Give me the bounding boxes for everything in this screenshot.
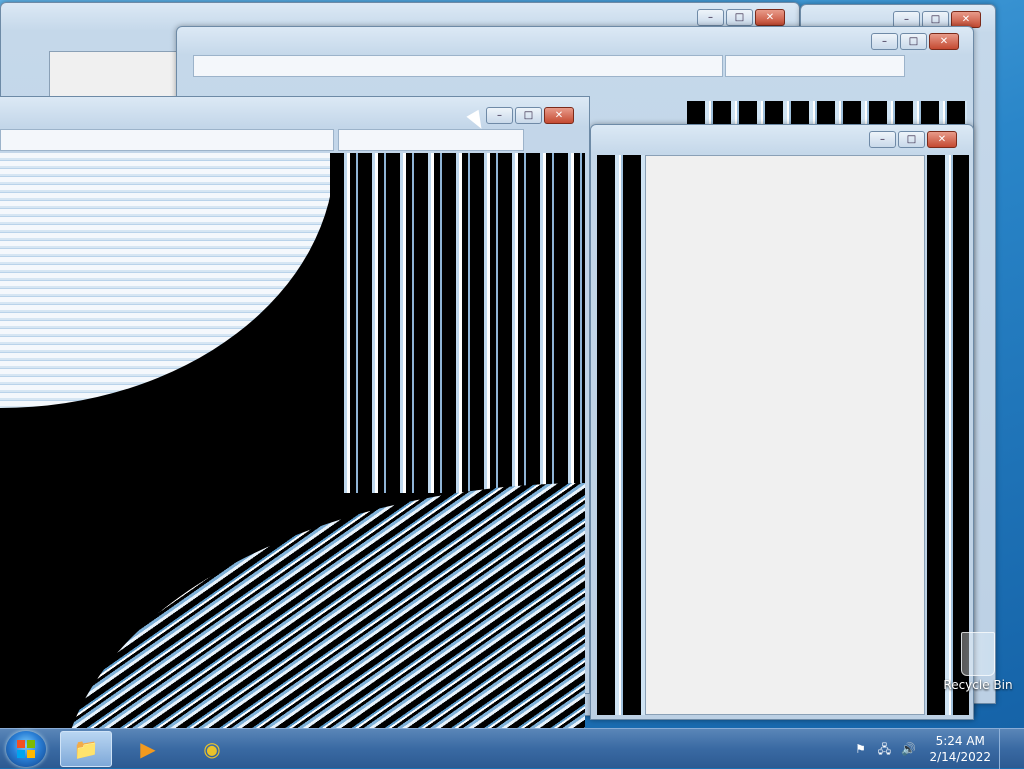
maximize-button[interactable]: □ (515, 107, 542, 124)
foreground-window[interactable]: – □ ✕ (590, 124, 974, 720)
close-button[interactable]: ✕ (929, 33, 959, 50)
address-bar[interactable] (0, 129, 334, 151)
folder-icon: 📁 (73, 737, 99, 761)
smeared-window-fragment (0, 153, 335, 408)
maximize-button[interactable]: □ (900, 33, 927, 50)
clock[interactable]: 5:24 AM 2/14/2022 (929, 733, 991, 765)
minimize-button[interactable]: – (697, 9, 724, 26)
chrome-icon: ◉ (203, 737, 221, 761)
media-player-icon: ▶ (140, 737, 156, 761)
close-button[interactable]: ✕ (544, 107, 574, 124)
window-controls: – □ ✕ (867, 131, 957, 149)
clock-time: 5:24 AM (935, 734, 985, 748)
desktop-icon-recycle-bin[interactable]: Recycle Bin (940, 632, 1016, 692)
minimize-button[interactable]: – (869, 131, 896, 148)
glitched-window[interactable]: – □ ✕ (0, 96, 590, 728)
window-controls: – □ ✕ (869, 33, 959, 51)
glitch-stripes (927, 155, 969, 715)
address-bar[interactable] (193, 55, 723, 77)
window-controls: – □ ✕ (484, 107, 574, 125)
close-button[interactable]: ✕ (927, 131, 957, 148)
vertical-glitch-bars (330, 153, 585, 493)
glitch-artifact-area (0, 153, 585, 728)
maximize-button[interactable]: □ (898, 131, 925, 148)
glitch-stripes (597, 155, 645, 715)
window-client-area (645, 155, 925, 715)
search-box[interactable] (725, 55, 905, 77)
close-button[interactable]: ✕ (755, 9, 785, 26)
taskbar-explorer-button[interactable]: 📁 (60, 731, 112, 767)
taskbar-media-player-button[interactable]: ▶ (122, 731, 174, 767)
minimize-button[interactable]: – (486, 107, 513, 124)
taskbar-chrome-button[interactable]: ◉ (186, 731, 238, 767)
maximize-button[interactable]: □ (726, 9, 753, 26)
search-box[interactable] (338, 129, 524, 151)
minimize-button[interactable]: – (871, 33, 898, 50)
windows-logo-icon (17, 740, 35, 758)
recycle-bin-label: Recycle Bin (943, 678, 1013, 692)
taskbar: 📁 ▶ ◉ ⚑ 🖧 🔊 5:24 AM 2/14/2022 (0, 728, 1024, 769)
volume-icon[interactable]: 🔊 (899, 740, 917, 758)
system-tray: ⚑ 🖧 🔊 5:24 AM 2/14/2022 (851, 729, 1012, 769)
action-center-flag-icon[interactable]: ⚑ (851, 740, 869, 758)
recycle-bin-icon (961, 632, 995, 676)
network-icon[interactable]: 🖧 (875, 740, 893, 758)
show-desktop-button[interactable] (999, 729, 1012, 769)
clock-date: 2/14/2022 (929, 750, 991, 764)
wave-glitch-pattern (60, 483, 585, 728)
start-button[interactable] (6, 731, 46, 767)
desktop: – □ ✕ – □ ✕ – □ ✕ – □ ✕ – □ ✕ Recycle Bi… (0, 0, 1024, 728)
window-controls: – □ ✕ (695, 9, 785, 27)
